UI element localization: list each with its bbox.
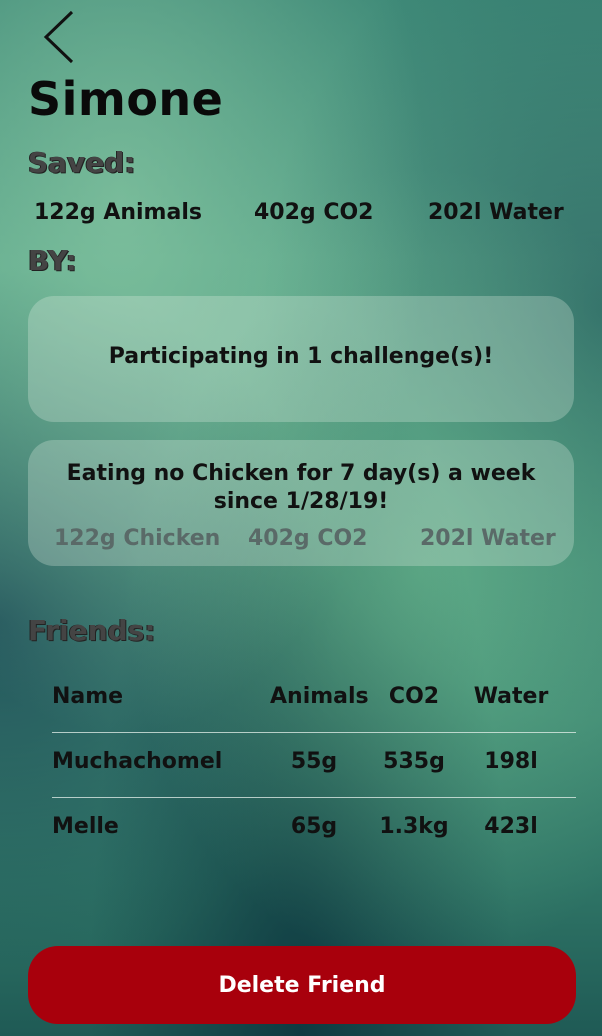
participating-text: Participating in 1 challenge(s)! bbox=[108, 344, 494, 369]
table-row[interactable]: Melle 65g 1.3kg 423l bbox=[52, 797, 576, 862]
challenge-chicken: 122g Chicken bbox=[54, 526, 221, 551]
friend-name: Melle bbox=[52, 814, 119, 839]
header-co2: CO2 bbox=[388, 684, 440, 709]
saved-co2: 402g CO2 bbox=[254, 200, 374, 225]
friend-water: 198l bbox=[484, 749, 538, 774]
friend-animals: 65g bbox=[290, 814, 338, 839]
header-water: Water bbox=[473, 684, 549, 709]
friend-name: Muchachomel bbox=[52, 749, 223, 774]
back-button[interactable] bbox=[40, 10, 80, 65]
by-label: BY: bbox=[28, 244, 77, 277]
chevron-left-icon bbox=[43, 10, 74, 64]
challenge-water: 202l Water bbox=[420, 526, 556, 551]
challenge-card[interactable]: Eating no Chicken for 7 day(s) a week si… bbox=[28, 440, 574, 566]
friends-table: Name Animals CO2 Water Muchachomel 55g 5… bbox=[52, 668, 576, 862]
friend-water: 423l bbox=[484, 814, 538, 839]
challenge-text: Eating no Chicken for 7 day(s) a week si… bbox=[66, 461, 536, 514]
saved-animals: 122g Animals bbox=[34, 200, 202, 225]
friends-label: Friends: bbox=[28, 614, 156, 647]
table-header-row: Name Animals CO2 Water bbox=[52, 668, 576, 732]
challenge-co2: 402g CO2 bbox=[248, 526, 368, 551]
table-row[interactable]: Muchachomel 55g 535g 198l bbox=[52, 732, 576, 797]
friend-co2: 1.3kg bbox=[379, 814, 449, 839]
friend-animals: 55g bbox=[290, 749, 338, 774]
challenges-summary-card: Participating in 1 challenge(s)! bbox=[28, 296, 574, 422]
header-name: Name bbox=[52, 684, 124, 709]
friend-co2: 535g bbox=[383, 749, 445, 774]
delete-friend-button[interactable]: Delete Friend bbox=[28, 946, 576, 1024]
saved-label: Saved: bbox=[28, 146, 136, 179]
header-animals: Animals bbox=[270, 684, 369, 709]
saved-water: 202l Water bbox=[428, 200, 564, 225]
page-title: Simone bbox=[28, 72, 224, 126]
